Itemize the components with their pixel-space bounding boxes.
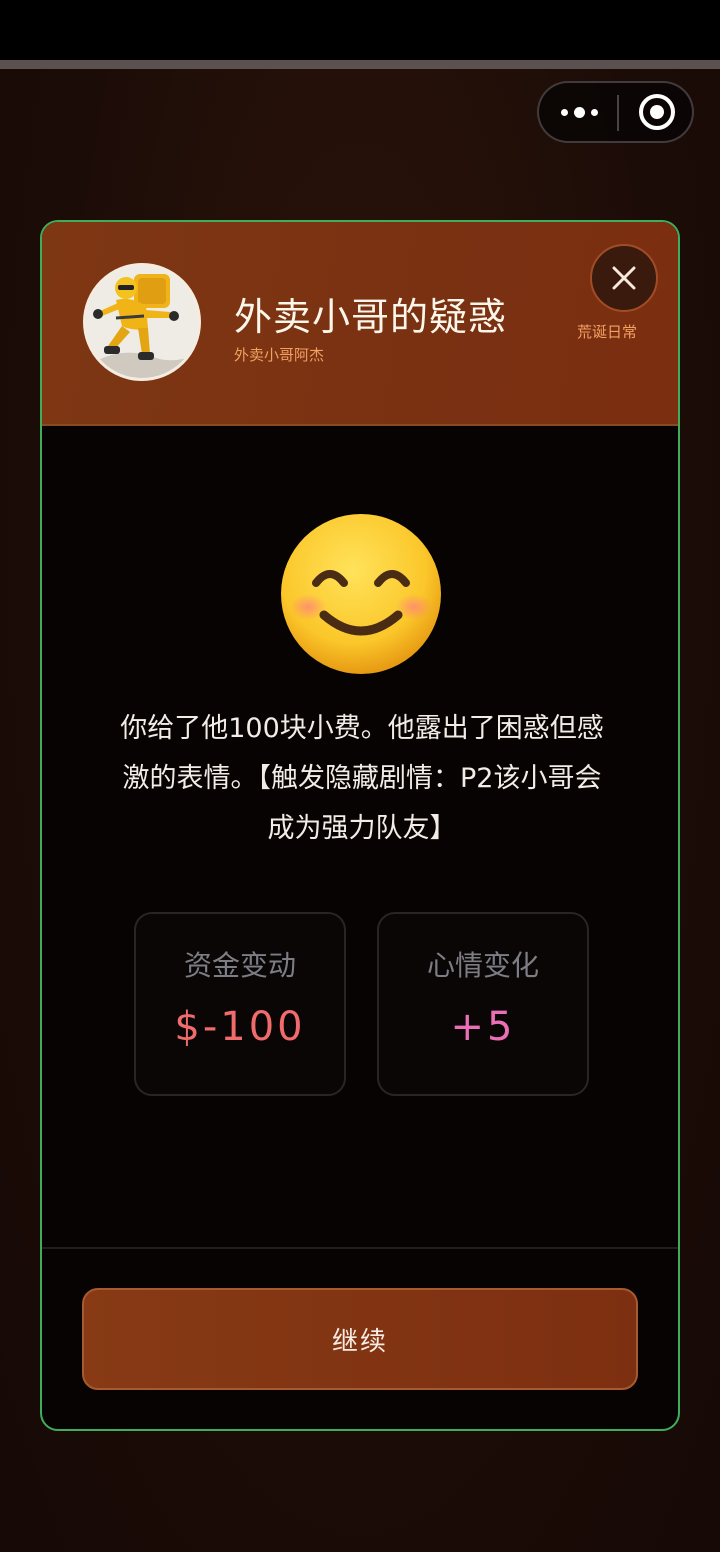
- dialog-header: 外卖小哥的疑惑 外卖小哥阿杰 荒诞日常: [42, 222, 678, 426]
- status-divider: [0, 60, 720, 69]
- capsule-separator: [617, 95, 619, 131]
- close-icon: [612, 266, 636, 290]
- smiling-face-icon: [281, 514, 441, 674]
- avatar: [83, 263, 201, 381]
- courier-avatar-image: [86, 266, 198, 378]
- mini-program-capsule: [537, 81, 694, 143]
- money-change-value: $-100: [174, 1004, 306, 1050]
- mood-change-value: +5: [450, 1004, 516, 1050]
- dialog-title: 外卖小哥的疑惑: [234, 295, 508, 339]
- event-dialog: 外卖小哥的疑惑 外卖小哥阿杰 荒诞日常 你给了他100块小费。他露出了困惑但感激…: [40, 220, 680, 1431]
- category-tag: 荒诞日常: [576, 323, 637, 341]
- continue-button-label: 继续: [331, 1326, 388, 1357]
- target-circle-icon[interactable]: [639, 94, 675, 130]
- continue-button[interactable]: 继续: [82, 1288, 638, 1390]
- close-button[interactable]: [590, 244, 658, 312]
- mood-change-card: 心情变化 +5: [377, 912, 589, 1096]
- more-dots-icon[interactable]: [553, 93, 605, 131]
- story-text: 你给了他100块小费。他露出了困惑但感激的表情。【触发隐藏剧情：P2该小哥会成为…: [120, 713, 604, 844]
- mood-change-label: 心情变化: [426, 949, 539, 982]
- dialog-subtitle: 外卖小哥阿杰: [234, 346, 325, 364]
- money-change-label: 资金变动: [183, 949, 296, 982]
- status-bar: [0, 0, 720, 60]
- footer-divider: [42, 1247, 678, 1249]
- money-change-card: 资金变动 $-100: [134, 912, 346, 1096]
